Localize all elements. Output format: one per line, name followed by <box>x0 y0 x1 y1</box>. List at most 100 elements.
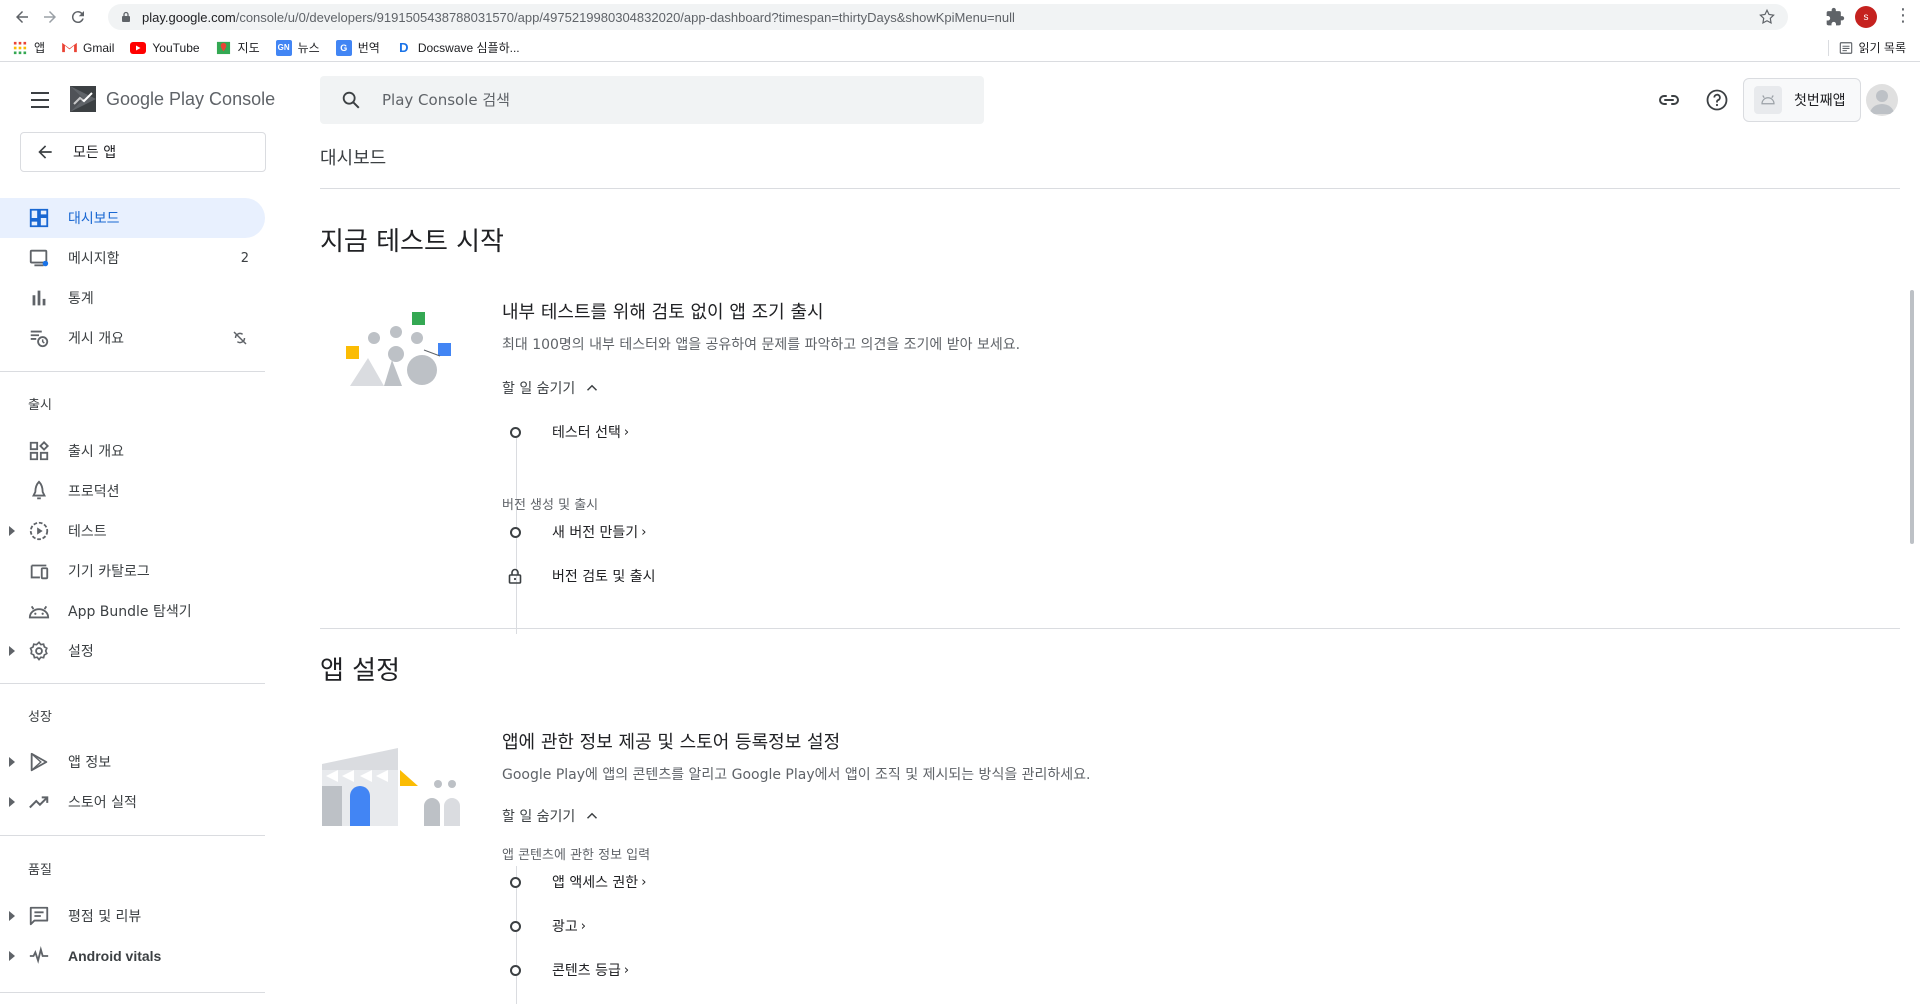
bookmark-label: YouTube <box>152 40 200 55</box>
expand-caret-icon <box>9 757 15 767</box>
app-setup-illustration <box>322 748 460 826</box>
browser-toolbar: play.google.com/console/u/0/developers/9… <box>0 0 1920 34</box>
sidebar-item-statistics[interactable]: 통계 <box>0 278 265 318</box>
bookmark-youtube[interactable]: YouTube <box>130 40 200 56</box>
task-status-dot <box>510 526 521 538</box>
search-bar[interactable] <box>320 76 984 124</box>
sidebar-item-publishing-overview[interactable]: 게시 개요 <box>0 318 265 358</box>
task-label: 새 버전 만들기 <box>552 525 639 541</box>
bookmark-apps[interactable]: 앱 <box>12 39 45 56</box>
app-selector-chip[interactable]: 첫번째앱 <box>1743 78 1861 122</box>
card-description: 최대 100명의 내부 테스터와 앱을 공유하여 문제를 파악하고 의견을 조기… <box>502 337 1021 353</box>
chevron-up-icon <box>587 812 598 819</box>
expand-caret-icon <box>9 526 15 536</box>
bookmark-label: 번역 <box>357 41 380 55</box>
card-description: Google Play에 앱의 콘텐츠를 알리고 Google Play에서 앱… <box>502 767 1091 783</box>
all-apps-button[interactable]: 모든 앱 <box>20 132 266 172</box>
task-status-dot <box>510 920 521 932</box>
task-ads[interactable]: 광고 › <box>510 916 586 936</box>
divider <box>320 628 1900 629</box>
scrollbar-thumb[interactable] <box>1910 290 1914 544</box>
bookmark-label: Docswave 심플하... <box>417 41 520 55</box>
task-review-release: 버전 검토 및 출시 <box>508 566 656 586</box>
divider <box>320 188 1900 189</box>
sidebar-item-label: 평점 및 리뷰 <box>68 909 142 925</box>
forward-arrow-icon[interactable] <box>38 5 62 29</box>
toggle-label: 할 일 숨기기 <box>502 809 576 825</box>
app-name: 첫번째앱 <box>1794 93 1846 109</box>
testing-icon <box>28 520 50 542</box>
play-console-logo-icon <box>70 86 96 112</box>
sidebar-item-label: 스토어 실적 <box>68 795 137 811</box>
reading-list[interactable]: 읽기 목록 <box>1827 39 1906 56</box>
chevron-right-icon: › <box>641 524 647 540</box>
bar-chart-icon <box>28 287 50 309</box>
task-content-rating[interactable]: 콘텐츠 등급 › <box>510 960 629 980</box>
bookmark-label: 지도 <box>237 41 260 55</box>
task-select-testers[interactable]: 테스터 선택 › <box>510 422 629 442</box>
apps-grid-icon <box>12 40 28 56</box>
divider <box>0 683 265 684</box>
docswave-icon: D <box>399 40 409 55</box>
back-arrow-icon[interactable] <box>10 5 34 29</box>
bookmark-news[interactable]: GN 뉴스 <box>275 39 320 56</box>
card-title-app-info: 앱에 관한 정보 제공 및 스토어 등록정보 설정 <box>502 732 841 753</box>
sidebar-item-label: 통계 <box>68 291 94 307</box>
url-host: play.google.com <box>142 9 236 25</box>
sidebar-item-dashboard[interactable]: 대시보드 <box>0 198 265 238</box>
bookmark-docswave[interactable]: D Docswave 심플하... <box>396 39 520 56</box>
sidebar-item-production[interactable]: 프로덕션 <box>0 471 265 511</box>
hide-tasks-toggle[interactable]: 할 일 숨기기 <box>502 378 601 398</box>
sidebar-item-ratings-reviews[interactable]: 평점 및 리뷰 <box>0 896 265 936</box>
hamburger-menu-icon[interactable] <box>28 90 52 110</box>
address-bar[interactable]: play.google.com/console/u/0/developers/9… <box>108 4 1788 30</box>
section-label-release: 출시 <box>28 398 52 413</box>
bookmark-label: 앱 <box>34 41 46 55</box>
trending-up-icon <box>28 791 50 813</box>
link-icon[interactable] <box>1657 88 1681 112</box>
sidebar-item-label: 프로덕션 <box>68 484 120 500</box>
section-label-growth: 성장 <box>28 710 52 725</box>
card-title-internal-testing: 내부 테스트를 위해 검토 없이 앱 조기 출시 <box>502 302 824 323</box>
arrow-back-icon <box>38 145 52 159</box>
chevron-right-icon: › <box>623 424 630 440</box>
play-console-logo[interactable]: Google Play Console <box>68 84 275 114</box>
account-avatar[interactable] <box>1866 84 1898 116</box>
hide-tasks-toggle[interactable]: 할 일 숨기기 <box>502 806 601 826</box>
gmail-icon <box>61 40 77 56</box>
sidebar-item-release-overview[interactable]: 출시 개요 <box>0 431 265 471</box>
more-menu-icon[interactable]: ⋮ <box>1893 7 1913 27</box>
expand-caret-icon <box>9 951 15 961</box>
task-app-access[interactable]: 앱 액세스 권한 › <box>510 872 646 892</box>
sidebar-item-settings[interactable]: 설정 <box>0 631 265 671</box>
sidebar-item-android-vitals[interactable]: Android vitals <box>0 936 265 976</box>
bookmark-gmail[interactable]: Gmail <box>61 40 114 56</box>
sidebar-item-app-info[interactable]: 앱 정보 <box>0 742 265 782</box>
sidebar-item-label: 앱 정보 <box>68 755 112 771</box>
sidebar-item-label: 기기 카탈로그 <box>68 564 150 580</box>
sidebar-item-app-bundle-explorer[interactable]: App Bundle 탐색기 <box>0 591 265 631</box>
bookmark-translate[interactable]: G 번역 <box>335 39 380 56</box>
bookmark-star-icon[interactable] <box>1758 8 1776 26</box>
reload-icon[interactable] <box>66 5 90 29</box>
inbox-count-badge: 2 <box>240 250 249 266</box>
news-icon: GN <box>275 39 292 56</box>
task-create-release[interactable]: 새 버전 만들기 › <box>510 522 646 542</box>
profile-avatar[interactable]: s <box>1855 6 1877 28</box>
section-title-start-testing: 지금 테스트 시작 <box>320 227 504 257</box>
sidebar-item-label: App Bundle 탐색기 <box>68 604 192 620</box>
sidebar-item-label: 대시보드 <box>68 211 120 227</box>
task-group-label: 버전 생성 및 출시 <box>502 498 599 513</box>
sidebar-item-device-catalog[interactable]: 기기 카탈로그 <box>0 551 265 591</box>
reading-list-icon <box>1839 41 1852 54</box>
bookmark-maps[interactable]: 지도 <box>216 39 260 56</box>
sidebar-item-testing[interactable]: 테스트 <box>0 511 265 551</box>
play-store-icon <box>28 751 50 773</box>
sidebar-item-store-performance[interactable]: 스토어 실적 <box>0 782 265 822</box>
extensions-puzzle-icon[interactable] <box>1825 7 1845 27</box>
expand-caret-icon <box>9 911 15 921</box>
search-input[interactable] <box>382 91 942 109</box>
sidebar-item-inbox[interactable]: 메시지함 2 <box>0 238 265 278</box>
help-icon[interactable] <box>1705 88 1729 112</box>
task-status-dot <box>510 426 521 438</box>
